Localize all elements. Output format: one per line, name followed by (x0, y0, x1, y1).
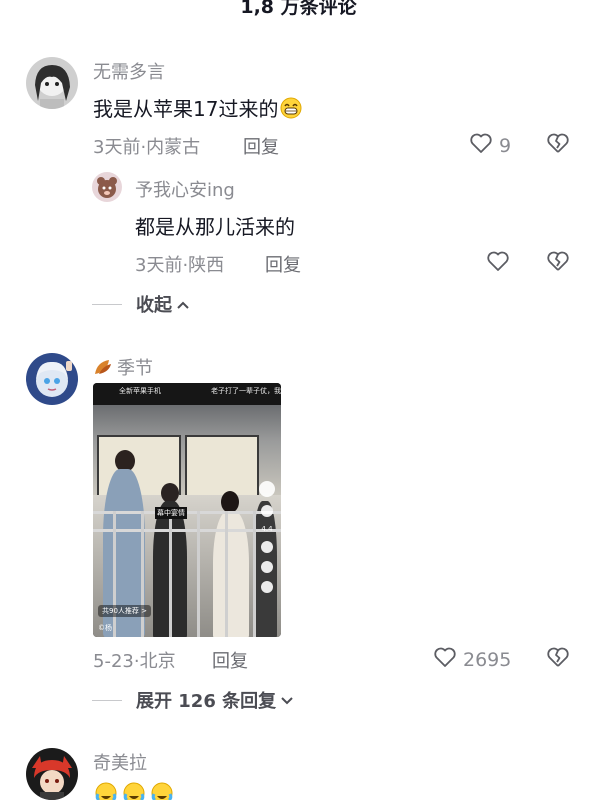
comment-count-title: 1,8 万条评论 (240, 0, 357, 18)
like-count: 2695 (463, 648, 512, 671)
comment-sheet: 1,8 万条评论 无需多言 我是从苹果17过来的 3天前·内蒙古 回复 9 予我… (0, 0, 597, 800)
broken-heart-icon (546, 647, 570, 672)
crying-laughing-emoji-icon (95, 782, 117, 800)
avatar[interactable] (26, 353, 78, 405)
star-icon (261, 561, 273, 573)
reply-button[interactable]: 回复 (212, 647, 248, 673)
video-railing (113, 511, 116, 637)
like-button[interactable]: 2695 (433, 646, 511, 673)
video-side-actions: 4.4 (259, 481, 275, 593)
reply-button[interactable]: 回复 (265, 251, 301, 277)
like-button[interactable] (486, 250, 510, 277)
heart-icon (261, 505, 273, 517)
like-count: 9 (499, 134, 512, 157)
comment-text: 我是从苹果17过来的 (93, 93, 302, 122)
heart-icon (486, 250, 510, 277)
dislike-button[interactable] (546, 132, 570, 158)
video-side-count: 4.4 (261, 525, 273, 533)
video-railing (169, 511, 172, 637)
broken-heart-icon (546, 133, 570, 158)
reply-username[interactable]: 予我心安ing (135, 176, 235, 202)
comment-time-location: 5-23·北京 (93, 651, 176, 672)
dislike-button[interactable] (546, 250, 570, 276)
reply-text: 都是从那儿活来的 (135, 215, 295, 239)
crying-laughing-emoji-icon (123, 782, 145, 800)
video-bottom-tag: ©杨 (98, 624, 112, 632)
grin-emoji-icon (280, 97, 302, 119)
video-share-pill: 共90人推荐 > (98, 605, 151, 617)
comment-username[interactable]: 季节 (93, 354, 153, 381)
collapse-replies-button[interactable]: 收起 (92, 291, 190, 317)
video-caption-left: 全新苹果手机 (119, 387, 161, 395)
comment-username[interactable]: 无需多言 (93, 58, 165, 84)
video-caption-right: 老子打了一辈子仗，我 (211, 387, 281, 395)
comment-time-location: 3天前·内蒙古 (93, 137, 201, 158)
like-button[interactable]: 9 (469, 132, 511, 159)
video-railing (197, 511, 200, 637)
video-person (221, 491, 239, 513)
heart-icon (433, 646, 457, 673)
video-stamp: 幕中宴情 (155, 507, 187, 519)
broken-heart-icon (546, 251, 570, 276)
divider-dash (92, 699, 122, 701)
avatar[interactable] (26, 57, 78, 109)
avatar[interactable] (26, 748, 78, 800)
comment-body: 我是从苹果17过来的 (93, 97, 279, 121)
reply-avatar[interactable] (92, 172, 122, 202)
leaf-icon (93, 358, 113, 381)
creator-avatar-icon (259, 481, 275, 497)
chevron-up-icon (176, 294, 190, 315)
reply-button[interactable]: 回复 (243, 133, 279, 159)
comment-text (93, 782, 173, 800)
video-thumbnail[interactable]: 全新苹果手机 老子打了一辈子仗，我 幕中宴情 4.4 共90人推荐 > ©杨 (93, 383, 281, 637)
crying-laughing-emoji-icon (151, 782, 173, 800)
chevron-down-icon (280, 690, 294, 711)
comment-username-text: 季节 (117, 358, 153, 379)
share-icon (261, 581, 273, 593)
expand-label: 展开 126 条回复 (136, 691, 277, 712)
heart-icon (469, 132, 493, 159)
collapse-label: 收起 (136, 295, 172, 316)
comment-icon (261, 541, 273, 553)
dislike-button[interactable] (546, 646, 570, 672)
expand-replies-button[interactable]: 展开 126 条回复 (92, 687, 294, 713)
video-railing (225, 511, 228, 637)
video-railing (253, 511, 256, 637)
comment-username[interactable]: 奇美拉 (93, 749, 147, 775)
divider-dash (92, 303, 122, 305)
video-person (161, 483, 179, 503)
video-window (185, 435, 259, 497)
reply-time-location: 3天前·陕西 (135, 255, 225, 276)
video-railing (141, 511, 144, 637)
